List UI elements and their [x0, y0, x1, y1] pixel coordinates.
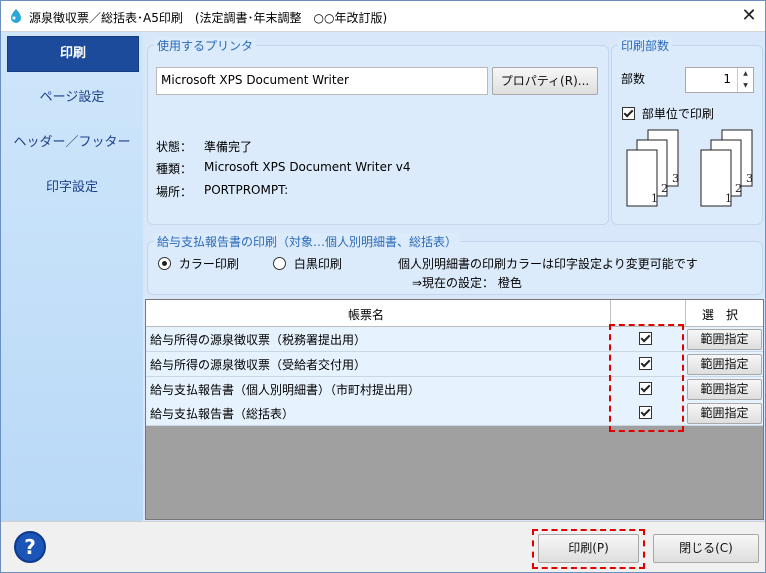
highlight-checkbox-column: [609, 324, 684, 432]
properties-button[interactable]: プロパティ(R)...: [492, 67, 598, 95]
svg-text:2: 2: [661, 182, 668, 195]
report-print-group: 給与支払報告書の印刷（対象…個人別明細書、総括表） カラー印刷 白黒印刷 個人別…: [147, 233, 763, 295]
sidebar: 印刷 ページ設定 ヘッダー／フッター 印字設定: [1, 32, 143, 521]
print-dialog: 源泉徴収票／総括表･A5印刷 (法定調書･年末調整 ○○年改訂版) ✕ 印刷 ペ…: [0, 0, 766, 573]
chevron-down-icon: ⌄: [161, 71, 172, 85]
title-bar: 源泉徴収票／総括表･A5印刷 (法定調書･年末調整 ○○年改訂版) ✕: [1, 1, 765, 32]
report-name: 給与支払報告書（総括表）: [150, 407, 295, 421]
sidebar-item-header-footer[interactable]: ヘッダー／フッター: [7, 126, 137, 160]
report-name: 給与所得の源泉徴収票（受給者交付用）: [150, 358, 367, 372]
printer-select[interactable]: Microsoft XPS Document Writer ⌄: [156, 67, 488, 95]
mono-print-label: 白黒印刷: [293, 257, 342, 271]
copies-count-value: 1: [723, 72, 731, 86]
collate-pages-icon: 321 321: [626, 129, 753, 207]
color-note-line1: 個人別明細書の印刷カラーは印字設定より変更可能です: [398, 257, 698, 271]
sidebar-item-print[interactable]: 印刷: [7, 36, 139, 72]
report-print-group-title: 給与支払報告書の印刷（対象…個人別明細書、総括表）: [154, 233, 461, 250]
status-value: 準備完了: [204, 140, 253, 154]
header-select: 選 択: [702, 308, 739, 322]
main-panel: 使用するプリンタ Microsoft XPS Document Writer ⌄…: [143, 32, 765, 521]
sidebar-item-print-settings[interactable]: 印字設定: [7, 171, 137, 205]
copies-count-label: 部数: [621, 72, 646, 86]
close-window-icon[interactable]: ✕: [737, 5, 761, 27]
collate-checkbox[interactable]: 部単位で印刷: [622, 105, 714, 122]
type-label: 種類：: [156, 162, 193, 176]
copies-group-title: 印刷部数: [618, 37, 673, 54]
header-report-name: 帳票名: [348, 308, 385, 322]
radio-unselected-icon[interactable]: [273, 257, 286, 270]
printer-group: 使用するプリンタ Microsoft XPS Document Writer ⌄…: [147, 37, 609, 225]
close-button[interactable]: 閉じる(C): [653, 534, 759, 563]
sidebar-item-page-setup[interactable]: ページ設定: [7, 81, 137, 115]
location-label: 場所：: [156, 185, 193, 199]
help-icon[interactable]: ?: [14, 531, 46, 563]
svg-text:1: 1: [725, 192, 732, 205]
color-print-radio[interactable]: カラー印刷: [158, 255, 239, 272]
mono-print-radio[interactable]: 白黒印刷: [273, 255, 342, 272]
checkbox-icon[interactable]: [622, 107, 635, 120]
svg-text:3: 3: [746, 172, 753, 185]
copies-group: 印刷部数 部数 1 ▲ ▼ 部単位で印刷 321 3 2 1: [611, 37, 763, 225]
spinner-arrows-icon[interactable]: ▲ ▼: [737, 68, 753, 92]
range-button[interactable]: 範囲指定: [687, 403, 762, 424]
color-note-line2: ⇒現在の設定： 橙色: [412, 276, 522, 290]
range-button[interactable]: 範囲指定: [687, 379, 762, 400]
svg-text:1: 1: [651, 192, 658, 205]
app-icon: [11, 9, 21, 23]
copies-spinner[interactable]: 1 ▲ ▼: [685, 67, 754, 93]
radio-selected-icon[interactable]: [158, 257, 171, 270]
report-name: 給与支払報告書（個人別明細書）（市町村提出用）: [150, 383, 421, 397]
range-button[interactable]: 範囲指定: [687, 329, 762, 350]
table-header: 帳票名 選 択: [146, 300, 763, 327]
type-value: Microsoft XPS Document Writer v4: [204, 160, 411, 174]
svg-text:3: 3: [672, 172, 679, 185]
window-title: 源泉徴収票／総括表･A5印刷 (法定調書･年末調整 ○○年改訂版): [29, 11, 388, 25]
collate-label: 部単位で印刷: [641, 107, 714, 121]
status-label: 状態：: [156, 140, 193, 154]
color-print-label: カラー印刷: [178, 257, 239, 271]
printer-group-title: 使用するプリンタ: [154, 37, 257, 54]
location-value: PORTPROMPT:: [204, 183, 289, 197]
svg-text:2: 2: [735, 182, 742, 195]
print-button[interactable]: 印刷(P): [538, 534, 639, 563]
bottom-bar: ? 印刷(P) 閉じる(C): [1, 521, 765, 572]
report-table: 帳票名 選 択 給与所得の源泉徴収票（税務署提出用） 範囲指定 給与所得の源泉徴…: [145, 299, 764, 520]
report-name: 給与所得の源泉徴収票（税務署提出用）: [150, 333, 367, 347]
range-button[interactable]: 範囲指定: [687, 354, 762, 375]
